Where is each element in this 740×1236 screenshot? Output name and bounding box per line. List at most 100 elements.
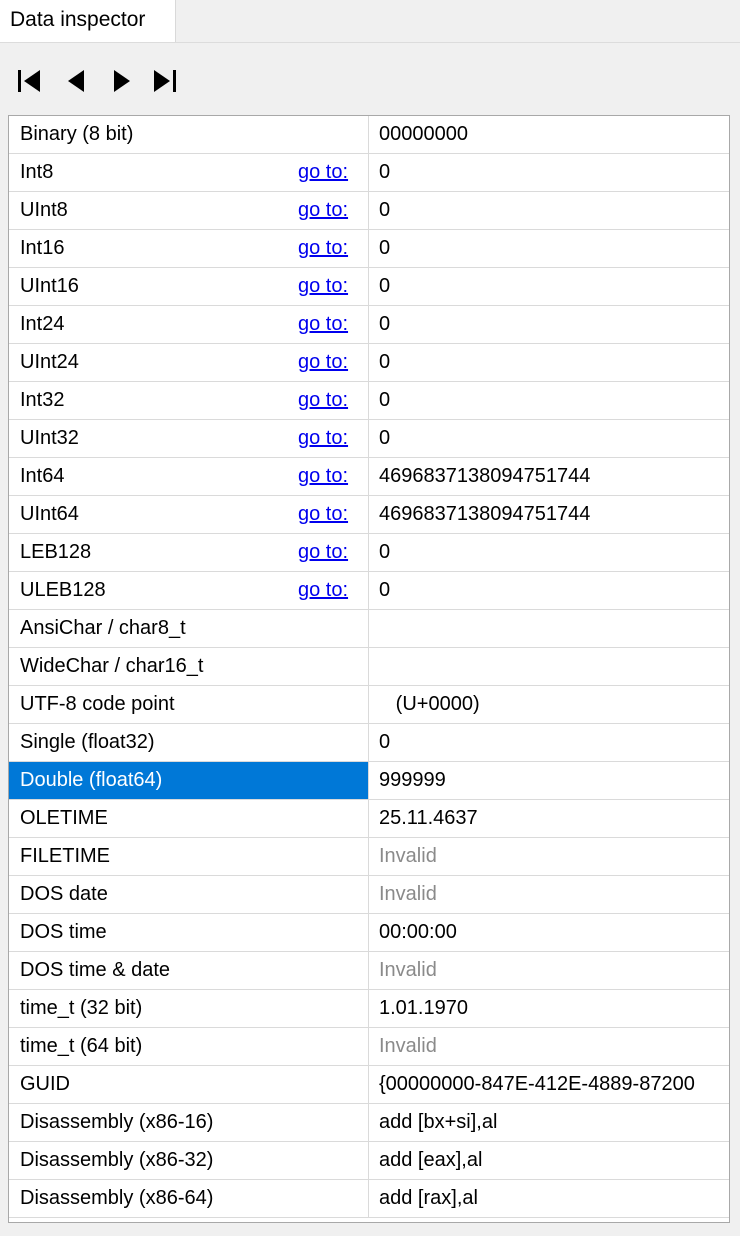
row-name-cell[interactable]: UInt64 go to:	[9, 496, 369, 534]
table-row[interactable]: DOS time & date Invalid	[9, 952, 729, 990]
row-value-cell[interactable]: add [rax],al	[369, 1180, 729, 1218]
row-name-cell[interactable]: ULEB128 go to:	[9, 572, 369, 610]
row-value-cell[interactable]: 00:00:00	[369, 914, 729, 952]
goto-link[interactable]: go to:	[298, 344, 348, 381]
row-value-cell[interactable]: 999999	[369, 762, 729, 800]
row-value-cell[interactable]: 0	[369, 154, 729, 192]
table-row[interactable]: time_t (32 bit) 1.01.1970	[9, 990, 729, 1028]
goto-link[interactable]: go to:	[298, 230, 348, 267]
first-button[interactable]	[14, 64, 48, 98]
table-row[interactable]: UInt24 go to: 0	[9, 344, 729, 382]
last-button[interactable]	[148, 64, 182, 98]
tab-data-inspector[interactable]: Data inspector	[0, 0, 176, 42]
row-value-cell[interactable]: Invalid	[369, 838, 729, 876]
goto-link[interactable]: go to:	[298, 192, 348, 229]
table-row[interactable]: UTF-8 code point (U+0000)	[9, 686, 729, 724]
row-name-cell[interactable]: time_t (32 bit)	[9, 990, 369, 1028]
row-name-cell[interactable]: AnsiChar / char8_t	[9, 610, 369, 648]
row-value-cell[interactable]: Invalid	[369, 1028, 729, 1066]
table-row[interactable]: LEB128 go to: 0	[9, 534, 729, 572]
row-name-cell[interactable]: OLETIME	[9, 800, 369, 838]
row-name-cell[interactable]: Disassembly (x86-32)	[9, 1142, 369, 1180]
row-name-cell[interactable]: UInt24 go to:	[9, 344, 369, 382]
goto-link[interactable]: go to:	[298, 458, 348, 495]
table-row[interactable]: Int8 go to: 0	[9, 154, 729, 192]
table-row[interactable]: AnsiChar / char8_t	[9, 610, 729, 648]
row-value-cell[interactable]: Invalid	[369, 876, 729, 914]
row-value-cell[interactable]: (U+0000)	[369, 686, 729, 724]
row-name-cell[interactable]: Double (float64)	[9, 762, 369, 800]
goto-link[interactable]: go to:	[298, 268, 348, 305]
table-row[interactable]: Disassembly (x86-32) add [eax],al	[9, 1142, 729, 1180]
row-value-cell[interactable]: add [eax],al	[369, 1142, 729, 1180]
table-row[interactable]: UInt8 go to: 0	[9, 192, 729, 230]
goto-link[interactable]: go to:	[298, 496, 348, 533]
row-name-cell[interactable]: UInt8 go to:	[9, 192, 369, 230]
row-value-cell[interactable]	[369, 610, 729, 648]
goto-link[interactable]: go to:	[298, 306, 348, 343]
row-name-cell[interactable]: Int64 go to:	[9, 458, 369, 496]
row-value-cell[interactable]: 0	[369, 344, 729, 382]
row-value-cell[interactable]: 0	[369, 268, 729, 306]
goto-link[interactable]: go to:	[298, 382, 348, 419]
row-name-cell[interactable]: Disassembly (x86-64)	[9, 1180, 369, 1218]
table-row[interactable]: UInt16 go to: 0	[9, 268, 729, 306]
goto-link[interactable]: go to:	[298, 572, 348, 609]
table-row[interactable]: UInt32 go to: 0	[9, 420, 729, 458]
row-value-cell[interactable]: add [bx+si],al	[369, 1104, 729, 1142]
row-value-cell[interactable]: 25.11.4637	[369, 800, 729, 838]
table-row[interactable]: Binary (8 bit) 00000000	[9, 116, 729, 154]
row-name-cell[interactable]: DOS time & date	[9, 952, 369, 990]
row-value-cell[interactable]: 4696837138094751744	[369, 496, 729, 534]
row-name-cell[interactable]: Int32 go to:	[9, 382, 369, 420]
row-name-cell[interactable]: GUID	[9, 1066, 369, 1104]
table-row[interactable]: GUID {00000000-847E-412E-4889-87200	[9, 1066, 729, 1104]
table-row[interactable]: time_t (64 bit) Invalid	[9, 1028, 729, 1066]
row-value-cell[interactable]: 0	[369, 572, 729, 610]
table-row[interactable]: Int32 go to: 0	[9, 382, 729, 420]
row-name-cell[interactable]: WideChar / char16_t	[9, 648, 369, 686]
table-row[interactable]: Single (float32) 0	[9, 724, 729, 762]
row-name-cell[interactable]: Disassembly (x86-16)	[9, 1104, 369, 1142]
row-value-cell[interactable]: 0	[369, 192, 729, 230]
row-value-cell[interactable]: 0	[369, 534, 729, 572]
next-button[interactable]	[104, 64, 138, 98]
row-name-cell[interactable]: Int8 go to:	[9, 154, 369, 192]
table-row[interactable]: Int16 go to: 0	[9, 230, 729, 268]
table-row[interactable]: Double (float64) 999999	[9, 762, 729, 800]
row-value-cell[interactable]: 00000000	[369, 116, 729, 154]
table-row[interactable]: OLETIME 25.11.4637	[9, 800, 729, 838]
row-value-cell[interactable]: 4696837138094751744	[369, 458, 729, 496]
table-row[interactable]: Int24 go to: 0	[9, 306, 729, 344]
row-name-cell[interactable]: DOS date	[9, 876, 369, 914]
row-name-cell[interactable]: Single (float32)	[9, 724, 369, 762]
table-row[interactable]: WideChar / char16_t	[9, 648, 729, 686]
table-row[interactable]: DOS date Invalid	[9, 876, 729, 914]
row-value-cell[interactable]: Invalid	[369, 952, 729, 990]
row-name-cell[interactable]: Binary (8 bit)	[9, 116, 369, 154]
row-name-cell[interactable]: UInt16 go to:	[9, 268, 369, 306]
table-row[interactable]: Disassembly (x86-16) add [bx+si],al	[9, 1104, 729, 1142]
row-value-cell[interactable]: 0	[369, 230, 729, 268]
table-row[interactable]: ULEB128 go to: 0	[9, 572, 729, 610]
row-value-cell[interactable]: 0	[369, 420, 729, 458]
table-row[interactable]: Int64 go to: 4696837138094751744	[9, 458, 729, 496]
row-value-cell[interactable]: 1.01.1970	[369, 990, 729, 1028]
table-row[interactable]: UInt64 go to: 4696837138094751744	[9, 496, 729, 534]
row-name-cell[interactable]: FILETIME	[9, 838, 369, 876]
table-row[interactable]: DOS time 00:00:00	[9, 914, 729, 952]
row-value-cell[interactable]: 0	[369, 724, 729, 762]
previous-button[interactable]	[60, 64, 94, 98]
row-name-cell[interactable]: Int16 go to:	[9, 230, 369, 268]
row-name-cell[interactable]: Int24 go to:	[9, 306, 369, 344]
row-name-cell[interactable]: time_t (64 bit)	[9, 1028, 369, 1066]
goto-link[interactable]: go to:	[298, 534, 348, 571]
goto-link[interactable]: go to:	[298, 154, 348, 191]
row-value-cell[interactable]: {00000000-847E-412E-4889-87200	[369, 1066, 729, 1104]
table-row[interactable]: FILETIME Invalid	[9, 838, 729, 876]
row-value-cell[interactable]	[369, 648, 729, 686]
table-row[interactable]: Disassembly (x86-64) add [rax],al	[9, 1180, 729, 1218]
row-name-cell[interactable]: LEB128 go to:	[9, 534, 369, 572]
row-name-cell[interactable]: DOS time	[9, 914, 369, 952]
goto-link[interactable]: go to:	[298, 420, 348, 457]
